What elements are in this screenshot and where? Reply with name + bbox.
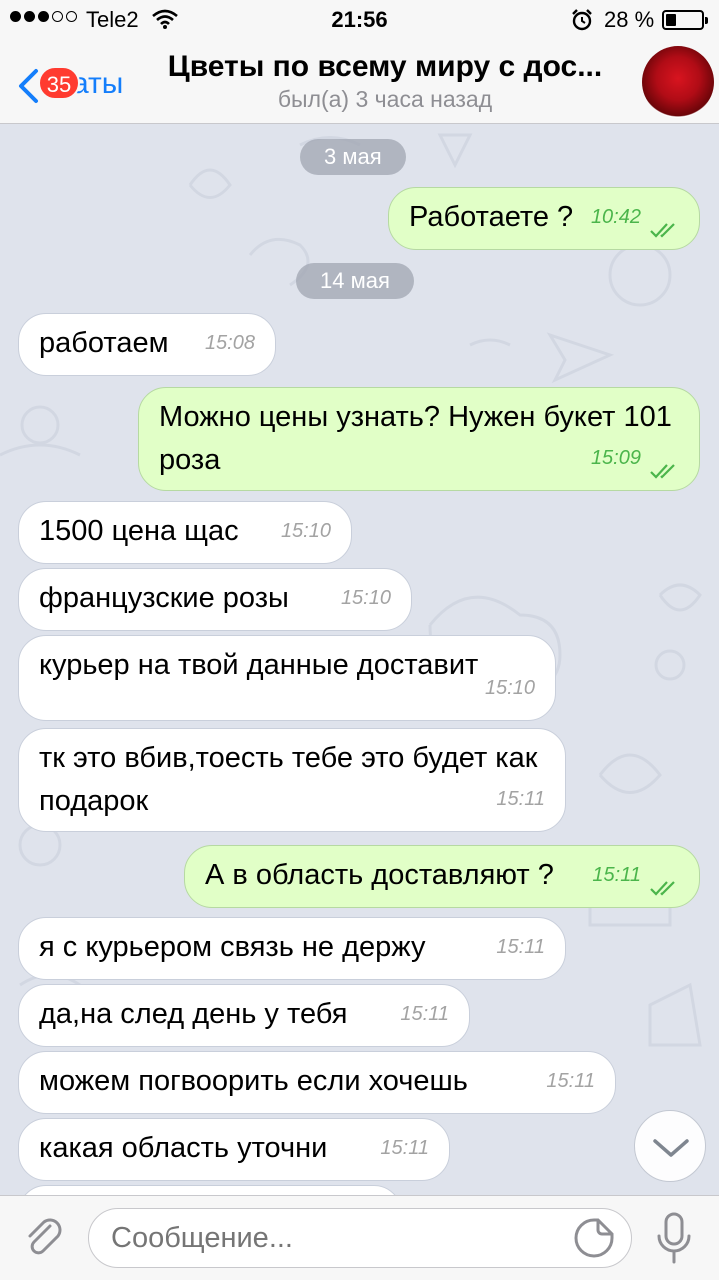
avatar[interactable] [642, 46, 714, 118]
message-bubble[interactable]: да,на след день у тебя 15:11 [18, 984, 470, 1047]
message-text: какая область уточни [39, 1132, 328, 1164]
message-bubble[interactable]: Можно цены узнать? Нужен букет 101 роза … [138, 387, 700, 491]
message-time: 15:10 [280, 520, 331, 542]
message-list[interactable]: 3 мая Работаете ? 10:42 14 мая работаем … [0, 125, 719, 1195]
message-time: 15:11 [400, 1003, 449, 1025]
message-text: Работаете ? [409, 201, 574, 233]
scroll-to-bottom-button[interactable] [634, 1110, 706, 1182]
message-time: 15:11 [496, 936, 545, 958]
message-time: 15:11 [546, 1070, 595, 1092]
message-bubble-partial[interactable] [18, 1185, 402, 1195]
status-bar: Tele2 21:56 28 % [0, 0, 719, 40]
message-text: работаем [39, 327, 169, 359]
message-bubble[interactable]: тк это вбив,тоесть тебе это будет как по… [18, 728, 566, 832]
message-time: 15:11 [380, 1137, 429, 1159]
back-button[interactable]: Чаты 35 [12, 62, 132, 103]
message-bubble[interactable]: какая область уточни 15:11 [18, 1118, 450, 1181]
last-seen-status: был(а) 3 часа назад [277, 86, 493, 112]
chat-title[interactable]: Цветы по всему миру с дос... [150, 50, 620, 84]
chevron-down-icon [653, 1139, 689, 1157]
message-text: А в область доставляют ? [205, 859, 554, 891]
message-bubble[interactable]: Работаете ? 10:42 [388, 187, 700, 250]
message-bubble[interactable]: 1500 цена щас 15:10 [18, 501, 352, 564]
message-input[interactable] [88, 1208, 632, 1268]
battery-percentage: 28 % [604, 7, 655, 32]
double-check-icon [650, 223, 675, 238]
message-bubble[interactable]: курьер на твой данные доставит 15:10 [18, 635, 556, 721]
microphone-icon[interactable] [654, 1210, 694, 1266]
message-text: 1500 цена щас [39, 515, 239, 547]
double-check-icon [650, 881, 675, 896]
message-time: 15:10 [484, 677, 535, 699]
message-composer [0, 1195, 719, 1280]
message-text: французские розы [39, 582, 289, 614]
chat-header: Чаты 35 Цветы по всему миру с дос... был… [0, 40, 719, 124]
message-bubble[interactable]: работаем 15:08 [18, 313, 276, 376]
message-text: да,на след день у тебя [39, 998, 348, 1030]
double-check-icon [650, 464, 675, 479]
message-time: 15:09 [590, 447, 641, 469]
message-time: 15:11 [592, 864, 641, 886]
message-time: 10:42 [590, 206, 641, 228]
message-text: я с курьером связь не держу [39, 931, 426, 963]
message-bubble[interactable]: французские розы 15:10 [18, 568, 412, 631]
message-time: 15:08 [204, 332, 255, 354]
paperclip-icon[interactable] [20, 1214, 68, 1262]
message-time: 15:11 [496, 788, 545, 810]
message-text: тк это вбив,тоесть тебе это будет как по… [39, 742, 538, 817]
alarm-icon [572, 9, 592, 31]
message-time: 15:10 [340, 587, 391, 609]
sticker-icon[interactable] [572, 1216, 616, 1260]
message-text: можем погвоорить если хочешь [39, 1065, 468, 1097]
message-text: курьер на твой данные доставит [39, 649, 479, 681]
message-bubble[interactable]: А в область доставляют ? 15:11 [184, 845, 700, 908]
chevron-left-icon [19, 69, 38, 103]
unread-badge: 35 [38, 66, 80, 100]
date-separator: 14 мая [296, 263, 414, 299]
battery-icon [662, 10, 708, 30]
message-bubble[interactable]: можем погвоорить если хочешь 15:11 [18, 1051, 616, 1114]
message-bubble[interactable]: я с курьером связь не держу 15:11 [18, 917, 566, 980]
date-separator: 3 мая [300, 139, 406, 175]
